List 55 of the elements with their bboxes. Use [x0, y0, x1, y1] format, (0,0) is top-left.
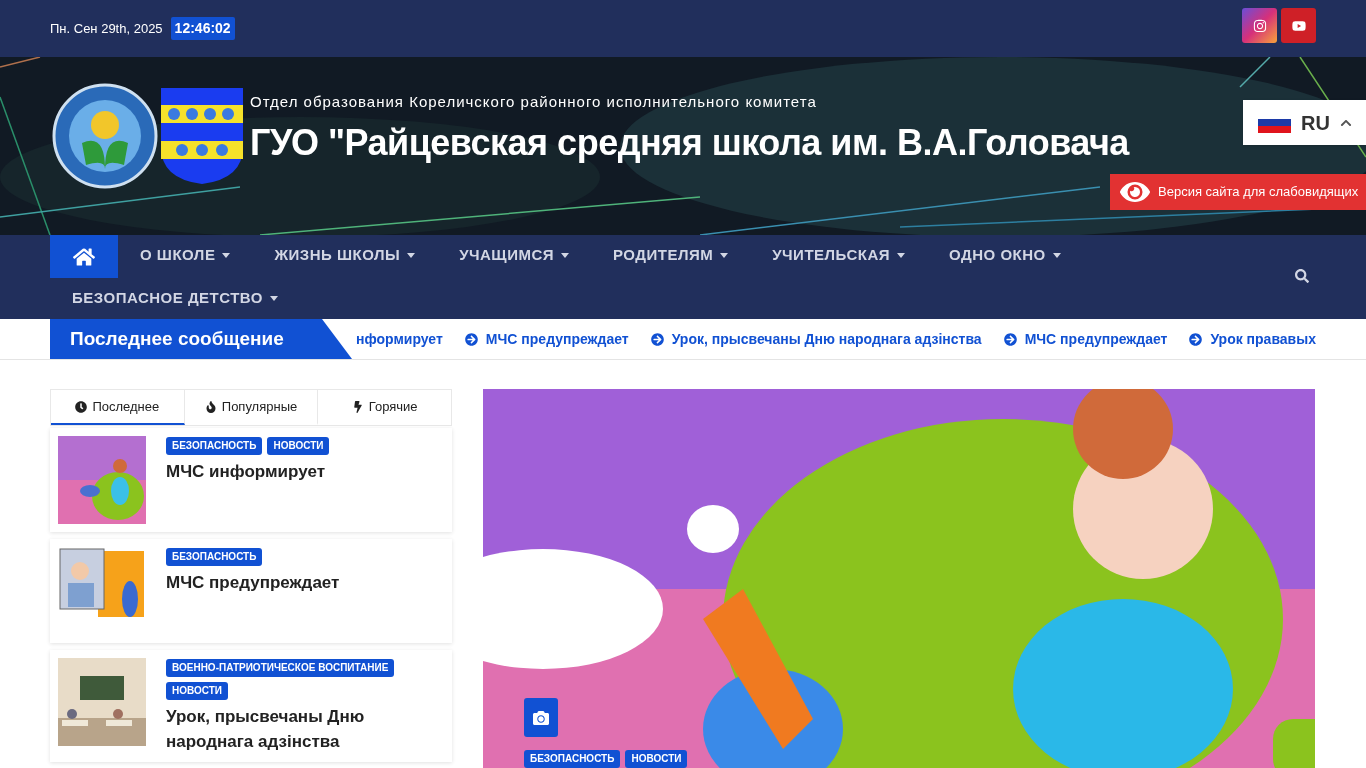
youtube-link[interactable]: [1281, 8, 1316, 43]
post-title[interactable]: МЧС предупреждает: [166, 570, 340, 595]
clock-time: 12:46:02: [170, 17, 235, 40]
category-tag[interactable]: НОВОСТИ: [267, 437, 330, 455]
lightning-icon: [351, 400, 364, 413]
caret-icon: [897, 253, 906, 258]
post-title[interactable]: Урок, прысвечаны Дню народнага адзінства: [166, 704, 444, 754]
nav-menu-item[interactable]: УЧАЩИМСЯ: [437, 235, 592, 276]
nav-menu-item[interactable]: ОДНО ОКНО: [927, 235, 1083, 276]
caret-icon: [720, 253, 729, 258]
category-tag[interactable]: ВОЕННО-ПАТРИОТИЧЕСКОЕ ВОСПИТАНИЕ: [166, 659, 395, 677]
home-button[interactable]: [50, 235, 118, 278]
ticker-link[interactable]: МЧС предупреждает: [1003, 328, 1168, 350]
instagram-icon: [1252, 18, 1267, 33]
nav-menu-item[interactable]: УЧИТЕЛЬСКАЯ: [750, 235, 928, 276]
site-title[interactable]: ГУО "Райцевская средняя школа им. В.А.Головача: [250, 115, 1129, 170]
category-tag[interactable]: БЕЗОПАСНОСТЬ: [524, 750, 621, 768]
home-icon: [73, 245, 95, 268]
nav-menu-item[interactable]: О ШКОЛЕ: [118, 235, 253, 276]
caret-icon: [222, 253, 231, 258]
low-vision-button[interactable]: Версия сайта для слабовидящих: [1110, 174, 1366, 210]
tab[interactable]: Горячие: [318, 390, 451, 425]
instagram-link[interactable]: [1242, 8, 1277, 43]
search-button[interactable]: [1295, 268, 1309, 284]
nav-menu-item[interactable]: РОДИТЕЛЯМ: [591, 235, 751, 276]
tab[interactable]: Популярные: [184, 390, 319, 425]
clock-icon: [75, 400, 88, 413]
category-tag[interactable]: БЕЗОПАСНОСТЬ: [166, 437, 263, 455]
ticker-link[interactable]: Урок прававых: [1189, 328, 1316, 350]
ticker-link[interactable]: Урок, прысвечаны Дню народнага адзінства: [650, 328, 982, 350]
arrow-icon: [1189, 332, 1203, 346]
category-tag[interactable]: НОВОСТИ: [166, 682, 229, 700]
language-selector[interactable]: RU: [1243, 100, 1366, 145]
nav-menu-item[interactable]: ЖИЗНЬ ШКОЛЫ: [252, 235, 438, 276]
arrow-icon: [650, 332, 664, 346]
ticker-link[interactable]: нформирует: [356, 328, 443, 350]
post-title[interactable]: МЧС информирует: [166, 459, 330, 484]
arrow-icon: [464, 332, 478, 346]
date-text: Пн. Сен 29th, 2025: [50, 19, 163, 38]
category-tag[interactable]: НОВОСТИ: [625, 750, 688, 768]
caret-icon: [270, 296, 278, 301]
caret-icon: [407, 253, 416, 258]
camera-icon: [533, 709, 549, 726]
nav-menu-item[interactable]: БЕЗОПАСНОЕ ДЕТСТВО: [50, 278, 300, 319]
arrow-icon: [1003, 332, 1017, 346]
ticker-link[interactable]: МЧС предупреждает: [464, 328, 629, 350]
caret-icon: [561, 253, 570, 258]
flame-icon: [204, 400, 217, 413]
header-subtitle: Отдел образования Кореличского районного исполнительного комитета: [250, 92, 818, 112]
ticker-label: Последнее сообщение: [50, 319, 352, 359]
category-tag[interactable]: БЕЗОПАСНОСТЬ: [166, 548, 263, 566]
caret-icon: [1052, 253, 1061, 258]
youtube-icon: [1291, 18, 1306, 33]
tab[interactable]: Последнее: [51, 390, 185, 425]
camera-button[interactable]: [524, 698, 558, 737]
